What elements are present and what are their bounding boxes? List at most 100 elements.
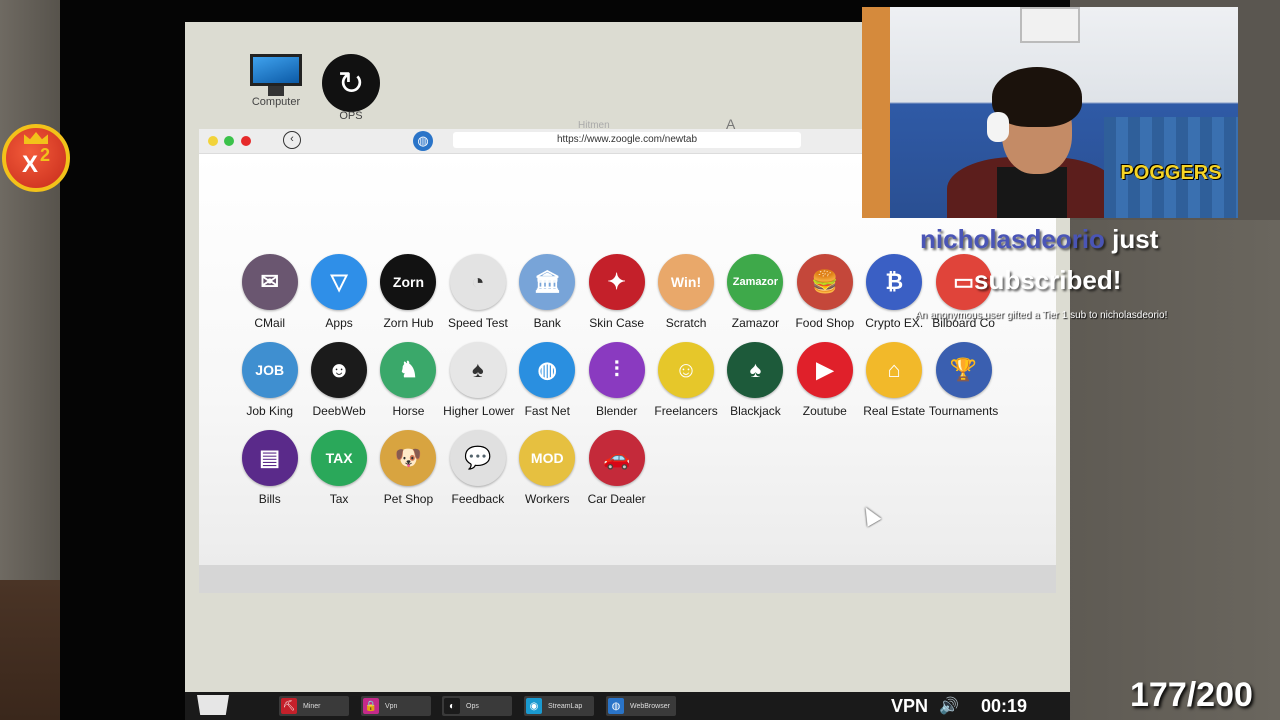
app-freelancers[interactable]: ☺ Freelancers [651, 342, 720, 424]
app-tax[interactable]: TAX Tax [304, 430, 373, 512]
crown-icon [24, 132, 48, 144]
app-deebweb[interactable]: ☻ DeebWeb [304, 342, 373, 424]
app-crypto-ex[interactable]: ₿ Crypto EX. [860, 254, 929, 336]
app-label: Skin Case [589, 316, 644, 330]
app-label: Zamazor [731, 316, 780, 330]
app-label: Freelancers [654, 404, 718, 418]
multiplier-badge: X 2 [2, 124, 70, 192]
sub-alert-gift-text: An anonymous user gifted a Tier 1 sub to… [915, 310, 1168, 321]
taskbar-item-vpn[interactable]: 🔒 Vpn [361, 696, 431, 716]
desktop-icon-ops[interactable]: ↻ OPS [316, 54, 386, 122]
app-cmail[interactable]: ✉ CMail [235, 254, 304, 336]
app-icon: 🍔 [796, 254, 853, 310]
app-icon: ✉ [241, 254, 298, 310]
volume-icon[interactable]: 🔊 [939, 696, 959, 716]
url-bar[interactable]: https://www.zoogle.com/newtab [453, 132, 801, 148]
taskbar-item-miner[interactable]: ⛏ Miner [279, 696, 349, 716]
app-apps[interactable]: ▽ Apps [304, 254, 373, 336]
app-bank[interactable]: 🏛 Bank [513, 254, 582, 336]
app-blackjack[interactable]: ♠ Blackjack [721, 342, 790, 424]
app-label: Real Estate [863, 404, 926, 418]
app-feedback[interactable]: 💬 Feedback [443, 430, 512, 512]
streamer [947, 67, 1117, 218]
sub-goal-counter: 177/200 [1130, 676, 1253, 714]
app-car-dealer[interactable]: 🚗 Car Dealer [582, 430, 651, 512]
maximize-button[interactable] [224, 136, 234, 146]
app-fast-net[interactable]: ◍ Fast Net [513, 342, 582, 424]
app-label: Speed Test [447, 316, 508, 330]
ops-icon: ↻ [322, 54, 380, 112]
taskbar-item-ops[interactable]: ◐ Ops [442, 696, 512, 716]
app-horse[interactable]: ♞ Horse [374, 342, 443, 424]
app-zamazor[interactable]: Zamazor Zamazor [721, 254, 790, 336]
app-label: Horse [392, 404, 425, 418]
app-icon: 🐶 [380, 430, 437, 486]
close-button[interactable] [241, 136, 251, 146]
app-label: Blackjack [730, 404, 781, 418]
app-label: CMail [254, 316, 286, 330]
app-label: Food Shop [795, 316, 855, 330]
taskbar-item-webbrowser[interactable]: ◍ WebBrowser [606, 696, 676, 716]
webcam-overlay: POGGERS [862, 7, 1238, 218]
start-button[interactable] [197, 695, 229, 715]
vpn-icon: 🔒 [363, 698, 379, 714]
app-icon: Zorn [380, 254, 437, 310]
app-icon: JOB [241, 342, 298, 398]
browser-statusbar [199, 565, 1056, 593]
taskbar-item-streamlap[interactable]: ◉ StreamLap [524, 696, 594, 716]
app-label: Zoutube [802, 404, 847, 418]
app-icon: ☻ [311, 342, 368, 398]
app-label: Pet Shop [383, 492, 434, 506]
app-icon: ✦ [588, 254, 645, 310]
app-grid: ✉ CMail ▽ Apps Zorn Zorn Hub ◔ Speed Test 🏛 Bank ✦… [235, 254, 1055, 512]
taskbar-item-label: Vpn [385, 702, 398, 710]
app-label: Bank [533, 316, 561, 330]
app-label: Bills [258, 492, 281, 506]
app-icon: ₿ [866, 254, 923, 310]
poggers-sign: POGGERS [1104, 117, 1238, 218]
headphones-icon [987, 112, 1009, 142]
app-workers[interactable]: MOD Workers [513, 430, 582, 512]
app-real-estate[interactable]: ⌂ Real Estate [860, 342, 929, 424]
app-zorn-hub[interactable]: Zorn Zorn Hub [374, 254, 443, 336]
app-icon: ▤ [241, 430, 298, 486]
app-icon: ▶ [796, 342, 853, 398]
app-label: Tax [329, 492, 349, 506]
app-label: Tournaments [928, 404, 999, 418]
app-scratch[interactable]: Win! Scratch [651, 254, 720, 336]
app-icon: ♠ [727, 342, 784, 398]
back-button[interactable]: ‹ [283, 131, 301, 149]
webcam-picture-frame [1020, 7, 1080, 43]
app-skin-case[interactable]: ✦ Skin Case [582, 254, 651, 336]
globe-icon: ◍ [413, 131, 433, 151]
app-icon: 🚗 [588, 430, 645, 486]
app-job-king[interactable]: JOB Job King [235, 342, 304, 424]
app-label: Scratch [665, 316, 707, 330]
app-food-shop[interactable]: 🍔 Food Shop [790, 254, 859, 336]
app-icon: Zamazor [727, 254, 784, 310]
app-icon: ⌂ [866, 342, 923, 398]
taskbar-item-label: StreamLap [548, 702, 583, 710]
miner-icon: ⛏ [281, 698, 297, 714]
clock: 00:19 [981, 696, 1028, 716]
app-zoutube[interactable]: ▶ Zoutube [790, 342, 859, 424]
app-bills[interactable]: ▤ Bills [235, 430, 304, 512]
app-pet-shop[interactable]: 🐶 Pet Shop [374, 430, 443, 512]
app-tournaments[interactable]: 🏆 Tournaments [929, 342, 998, 424]
app-label: Blender [595, 404, 638, 418]
app-icon: 💬 [449, 430, 506, 486]
multiplier-value: 2 [40, 144, 51, 165]
app-icon: Win! [658, 254, 715, 310]
app-blender[interactable]: ⫶ Blender [582, 342, 651, 424]
app-higher-lower[interactable]: ♠ Higher Lower [443, 342, 515, 424]
minimize-button[interactable] [208, 136, 218, 146]
app-label: Zorn Hub [383, 316, 434, 330]
desktop-icon-label: OPS [339, 110, 363, 122]
app-icon: ▽ [311, 254, 368, 310]
app-label: Job King [246, 404, 294, 418]
app-speed-test[interactable]: ◔ Speed Test [443, 254, 512, 336]
desktop-icon-computer[interactable]: Computer [241, 52, 311, 108]
app-icon: ♞ [380, 342, 437, 398]
vpn-indicator[interactable]: VPN [891, 696, 928, 717]
app-icon: ♠ [449, 342, 506, 398]
